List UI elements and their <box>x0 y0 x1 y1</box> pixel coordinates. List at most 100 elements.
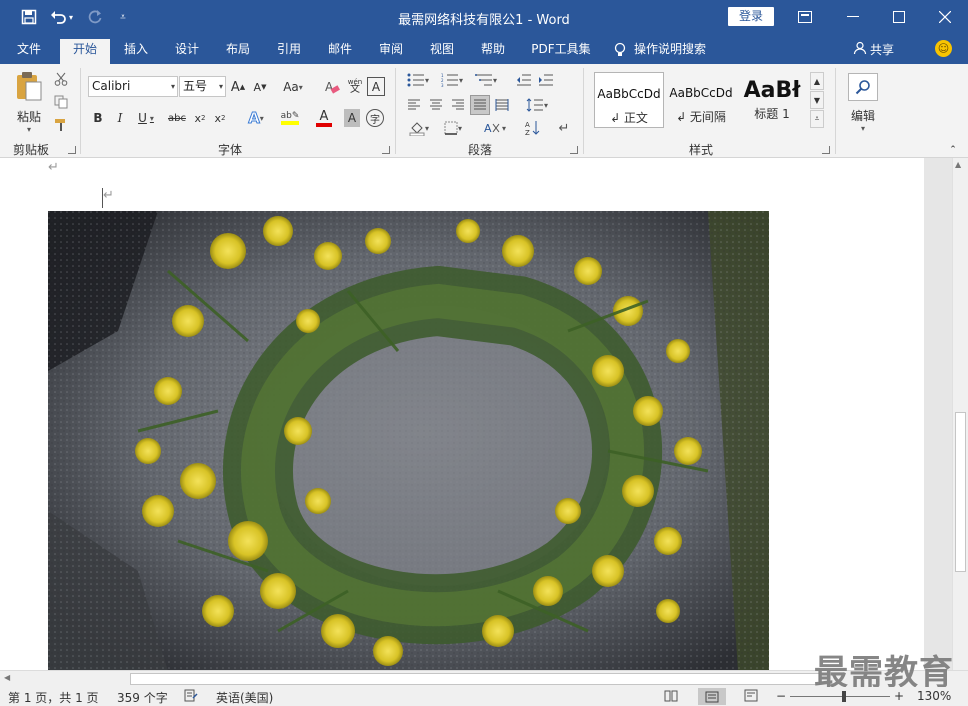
document-page[interactable]: ↵ ↵ <box>0 158 924 670</box>
font-color-icon[interactable]: A <box>309 108 339 128</box>
language-status[interactable]: 英语(美国) <box>216 689 273 706</box>
share-button[interactable]: 共享 <box>853 41 894 58</box>
tab-home[interactable]: 开始 <box>60 39 110 64</box>
clear-formatting-icon[interactable]: A <box>323 77 341 97</box>
tell-me-search[interactable]: 操作说明搜索 <box>614 39 726 64</box>
chevron-down-icon: ▾ <box>170 82 175 91</box>
horizontal-scroll-thumb[interactable] <box>130 673 820 685</box>
page-count[interactable]: 第 1 页，共 1 页 <box>8 689 99 706</box>
svg-text:Z: Z <box>525 129 530 136</box>
zoom-slider-thumb[interactable] <box>842 691 846 702</box>
web-layout-icon[interactable] <box>744 689 758 705</box>
phonetic-char: 文 <box>350 84 360 95</box>
align-left-icon[interactable] <box>404 95 424 115</box>
font-name-combo[interactable]: Calibri ▾ <box>88 76 178 97</box>
styles-scroll-up-icon[interactable]: ▲ <box>810 72 824 90</box>
format-painter-icon[interactable] <box>52 116 70 134</box>
tab-help[interactable]: 帮助 <box>471 39 515 64</box>
italic-icon[interactable]: I <box>112 109 128 127</box>
line-spacing-icon[interactable]: ▾ <box>522 95 552 115</box>
tab-mailings[interactable]: 邮件 <box>318 39 362 64</box>
tab-layout[interactable]: 布局 <box>216 39 260 64</box>
proofing-icon[interactable] <box>184 689 198 705</box>
read-mode-icon[interactable] <box>664 689 678 705</box>
style-heading-1-sample: AaBł <box>743 78 801 103</box>
editing-button[interactable]: 编辑 ▾ <box>846 70 880 136</box>
shading-icon[interactable]: ▾ <box>404 118 434 138</box>
document-area: ↵ ↵ <box>0 158 952 670</box>
decrease-indent-icon[interactable] <box>514 70 534 90</box>
grow-font-icon[interactable]: A ▲ <box>230 77 246 97</box>
strikethrough-icon[interactable]: abc <box>166 109 188 127</box>
styles-scroll-down-icon[interactable]: ▼ <box>810 91 824 109</box>
vertical-scrollbar[interactable]: ▲ <box>952 158 968 670</box>
find-icon <box>848 73 878 101</box>
tab-file[interactable]: 文件 <box>6 39 52 64</box>
word-count[interactable]: 359 个字 <box>117 689 168 706</box>
underline-icon[interactable]: U ▾ <box>134 109 158 127</box>
clipboard-launcher-icon[interactable] <box>68 146 76 154</box>
cut-icon[interactable] <box>52 70 70 88</box>
scroll-left-icon[interactable]: ◀ <box>4 673 10 682</box>
copy-icon[interactable] <box>52 93 70 111</box>
style-heading-1[interactable]: AaBł 标题 1 <box>738 72 806 128</box>
editing-label: 编辑 <box>850 109 875 123</box>
minimize-icon[interactable] <box>830 0 876 34</box>
vertical-scroll-thumb[interactable] <box>955 412 966 572</box>
tab-view[interactable]: 视图 <box>420 39 464 64</box>
ribbon-display-options-icon[interactable] <box>782 0 828 34</box>
multilevel-list-icon[interactable]: ▾ <box>472 70 500 90</box>
style-normal[interactable]: AaBbCcDd ↲ 正文 <box>594 72 664 128</box>
maximize-icon[interactable] <box>876 0 922 34</box>
shrink-font-icon[interactable]: A ▼ <box>252 77 268 97</box>
character-shading-icon[interactable]: A <box>344 109 360 127</box>
increase-indent-icon[interactable] <box>536 70 556 90</box>
align-right-icon[interactable] <box>448 95 468 115</box>
wreath-photo[interactable] <box>48 211 769 670</box>
bullets-icon[interactable]: ▾ <box>404 70 432 90</box>
text-highlight-icon[interactable]: ab✎ <box>275 108 305 128</box>
ribbon-home: 粘贴 ▾ 剪贴板 Calibri ▾ 五号 ▾ A ▲ A ▼ Aa ▾ A wén … <box>0 64 968 158</box>
borders-icon[interactable]: ▾ <box>438 118 468 138</box>
tab-design[interactable]: 设计 <box>165 39 209 64</box>
character-border-icon[interactable]: A <box>367 77 385 96</box>
style-no-spacing[interactable]: AaBbCcDd ↲ 无间隔 <box>666 72 736 128</box>
zoom-level[interactable]: 130% <box>917 689 951 703</box>
zoom-in-icon[interactable]: + <box>894 689 904 703</box>
distributed-icon[interactable] <box>492 95 512 115</box>
tab-pdf-tools[interactable]: PDF工具集 <box>526 39 596 64</box>
paste-button[interactable]: 粘贴 ▾ <box>12 70 46 134</box>
tab-references[interactable]: 引用 <box>267 39 311 64</box>
font-launcher-icon[interactable] <box>382 146 390 154</box>
paragraph-mark: ↵ <box>48 160 59 175</box>
justify-icon[interactable] <box>470 95 490 115</box>
styles-launcher-icon[interactable] <box>822 146 830 154</box>
font-size-combo[interactable]: 五号 ▾ <box>179 76 226 97</box>
phonetic-guide-icon[interactable]: wén 文 <box>346 75 364 97</box>
paragraph-launcher-icon[interactable] <box>570 146 578 154</box>
collapse-ribbon-icon[interactable]: ⌃ <box>946 144 960 156</box>
asian-layout-icon[interactable]: A ▾ <box>480 118 510 138</box>
bold-icon[interactable]: B <box>90 109 106 127</box>
enclose-characters-icon[interactable]: 字 <box>366 109 384 127</box>
scroll-up-icon[interactable]: ▲ <box>955 160 961 169</box>
close-icon[interactable] <box>922 0 968 34</box>
numbering-icon[interactable]: 1 2 3 ▾ <box>438 70 466 90</box>
print-layout-icon[interactable] <box>698 688 726 705</box>
align-center-icon[interactable] <box>426 95 446 115</box>
chevron-down-icon: ▾ <box>218 82 223 91</box>
sort-icon[interactable]: AZ <box>522 118 544 138</box>
style-no-spacing-name: ↲ 无间隔 <box>676 110 726 124</box>
text-effects-icon[interactable]: A ▾ <box>242 108 270 128</box>
subscript-icon[interactable]: x2 <box>192 109 208 127</box>
zoom-out-icon[interactable]: − <box>776 689 786 703</box>
feedback-smiley-icon[interactable]: ☺ <box>935 40 952 57</box>
login-button[interactable]: 登录 <box>728 7 774 26</box>
superscript-icon[interactable]: x2 <box>212 109 228 127</box>
change-case-button[interactable]: Aa ▾ <box>280 77 306 97</box>
tab-insert[interactable]: 插入 <box>114 39 158 64</box>
zoom-slider-track[interactable] <box>790 696 890 697</box>
show-formatting-marks-icon[interactable]: ↵ <box>554 118 574 138</box>
tab-review[interactable]: 审阅 <box>369 39 413 64</box>
styles-more-icon[interactable]: ⩡ <box>810 110 824 128</box>
